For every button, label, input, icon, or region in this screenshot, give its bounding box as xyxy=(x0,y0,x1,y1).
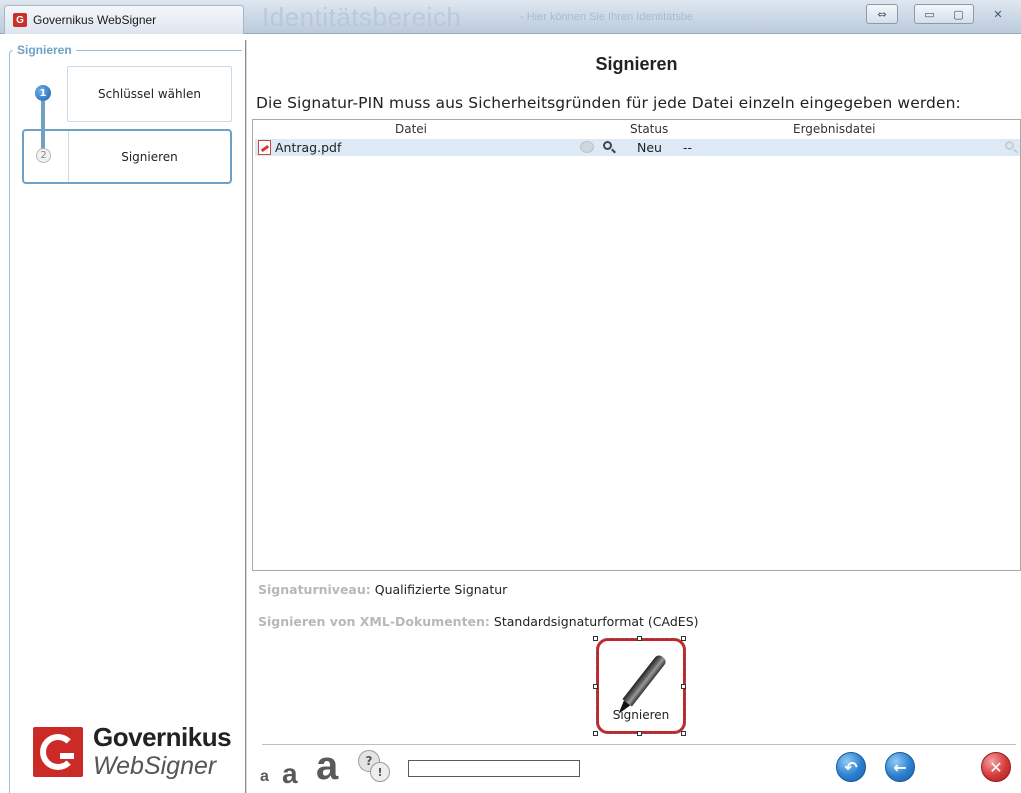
pen-icon xyxy=(622,653,668,707)
table-row[interactable]: Antrag.pdf Neu -- xyxy=(255,139,1020,156)
cancel-close-icon[interactable]: ✕ xyxy=(981,752,1011,782)
sign-button[interactable]: Signieren xyxy=(596,638,686,734)
maximize-icon[interactable]: ▢ xyxy=(953,8,963,21)
selection-handle xyxy=(681,636,686,641)
font-size-large-button[interactable]: a xyxy=(316,744,338,789)
background-window-subtitle: - Hier können Sie Ihren Identitätsbe xyxy=(520,11,694,23)
selection-handle xyxy=(681,731,686,736)
selection-handle xyxy=(593,636,598,641)
window-title: Governikus WebSigner xyxy=(33,13,157,27)
selection-handle xyxy=(593,731,598,736)
column-header-status[interactable]: Status xyxy=(630,122,668,136)
step-label: Signieren xyxy=(121,149,178,164)
window-tab[interactable]: G Governikus WebSigner xyxy=(4,5,244,34)
logo-name: Governikus xyxy=(93,722,232,752)
close-window-icon[interactable]: ✕ xyxy=(984,4,1012,24)
selection-handle xyxy=(593,684,598,689)
undo-arrow-icon[interactable]: ↶ xyxy=(836,752,866,782)
resize-arrows-icon[interactable]: ⇔ xyxy=(866,4,898,24)
footer-divider xyxy=(262,744,1016,745)
signature-level-label: Signaturniveau: xyxy=(258,582,371,597)
selection-handle xyxy=(637,636,642,641)
magnifier-icon[interactable] xyxy=(603,141,612,150)
step-signieren[interactable]: Signieren xyxy=(22,129,232,184)
signature-level: Signaturniveau: Qualifizierte Signatur xyxy=(258,582,507,597)
wizard-legend: Signieren xyxy=(13,43,76,57)
column-header-ergebnisdatei[interactable]: Ergebnisdatei xyxy=(793,122,876,136)
column-header-datei[interactable]: Datei xyxy=(395,122,427,136)
step-connector xyxy=(41,101,45,149)
step-1-badge-icon: 1 xyxy=(35,85,51,101)
minimize-icon[interactable]: ▭ xyxy=(924,8,934,21)
result-file: -- xyxy=(683,140,693,155)
file-status: Neu xyxy=(637,140,662,155)
signature-level-value: Qualifizierte Signatur xyxy=(374,582,508,597)
help-icon[interactable]: ? ! xyxy=(358,750,396,784)
pdf-file-icon xyxy=(258,140,271,155)
governikus-logo-icon xyxy=(33,727,83,777)
step-label: Schlüssel wählen xyxy=(98,87,201,101)
background-window-title: Identitätsbereich xyxy=(262,2,462,32)
selection-handle xyxy=(637,731,642,736)
progress-bar xyxy=(408,760,580,777)
window-controls: ▭ ▢ xyxy=(914,4,974,24)
font-size-small-button[interactable]: a xyxy=(260,768,269,786)
xml-signing-label: Signieren von XML-Dokumenten: xyxy=(258,614,490,629)
sign-button-label: Signieren xyxy=(612,708,670,722)
result-magnifier-icon[interactable] xyxy=(1005,141,1014,150)
panel-separator[interactable] xyxy=(245,40,247,793)
instruction-text: Die Signatur-PIN muss aus Sicherheitsgrü… xyxy=(256,94,961,112)
file-name: Antrag.pdf xyxy=(275,140,342,155)
app-icon: G xyxy=(13,13,27,27)
step-2-badge-icon: 2 xyxy=(36,148,51,163)
logo-product: WebSigner xyxy=(93,752,217,780)
font-size-medium-button[interactable]: a xyxy=(282,758,298,790)
xml-signing: Signieren von XML-Dokumenten: Standardsi… xyxy=(258,614,699,629)
title-bar: G Governikus WebSigner Identitätsbereich… xyxy=(0,0,1021,34)
page-title: Signieren xyxy=(595,54,678,74)
file-table: Datei Status Ergebnisdatei Antrag.pdf Ne… xyxy=(252,119,1021,571)
xml-signing-value: Standardsignaturformat (CAdES) xyxy=(493,614,699,629)
step-schluessel-waehlen[interactable]: Schlüssel wählen xyxy=(67,66,232,122)
back-arrow-icon[interactable]: ← xyxy=(885,752,915,782)
selection-handle xyxy=(681,684,686,689)
view-icon[interactable] xyxy=(580,141,594,153)
